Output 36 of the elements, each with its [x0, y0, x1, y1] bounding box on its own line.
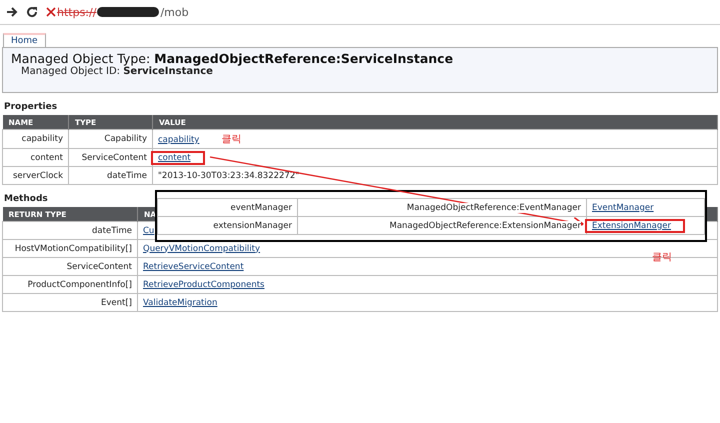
value-text: "2013-10-30T03:23:34.8322272": [158, 170, 300, 180]
method-link[interactable]: Cu: [143, 226, 154, 236]
table-cell: ManagedObjectReference:EventManager: [406, 202, 581, 212]
table-cell: Event[]: [2, 294, 138, 312]
method-link[interactable]: RetrieveServiceContent: [143, 262, 244, 272]
table-cell: ProductComponentInfo[]: [2, 276, 138, 294]
table-cell: ManagedObjectReference:ExtensionManager: [390, 220, 581, 230]
table-cell: serverClock: [2, 166, 68, 184]
table-cell: Capability: [68, 130, 152, 148]
value-link[interactable]: content: [151, 150, 205, 164]
insecure-lock-icon: [46, 7, 56, 17]
annotation-label: 클릭: [221, 134, 242, 145]
value-link[interactable]: capability: [151, 133, 214, 147]
table-cell: eventManager: [158, 198, 298, 216]
table-cell: ServiceContent: [68, 148, 152, 166]
table-cell: HostVMotionCompatibility[]: [2, 240, 138, 258]
method-link[interactable]: RetrieveProductComponents: [143, 280, 264, 290]
annotation-label: 클릭: [652, 251, 672, 264]
home-tab[interactable]: Home: [3, 33, 46, 47]
table-cell: extensionManager: [158, 216, 298, 234]
url-path: /mob: [160, 6, 189, 18]
redaction-mark: [97, 7, 160, 17]
method-link[interactable]: ValidateMigration: [143, 298, 218, 308]
section-title: Methods: [3, 193, 49, 206]
table-cell: capability: [2, 130, 68, 148]
section-title: Properties: [3, 101, 58, 114]
url-scheme: https://: [57, 6, 96, 18]
method-link[interactable]: QueryVMotionCompatibility: [143, 244, 260, 254]
reload-icon[interactable]: [26, 6, 38, 18]
table-cell: ServiceContent: [2, 258, 138, 276]
object-id-line: Managed Object ID: ServiceInstance: [20, 66, 214, 77]
table-cell: dateTime: [68, 166, 152, 184]
value-link[interactable]: ExtensionManager: [585, 218, 685, 232]
table-cell: dateTime: [2, 222, 138, 240]
object-type-title: Managed Object Type: ManagedObjectReference:ServiceInstance: [11, 51, 454, 66]
table-cell: content: [2, 148, 68, 166]
